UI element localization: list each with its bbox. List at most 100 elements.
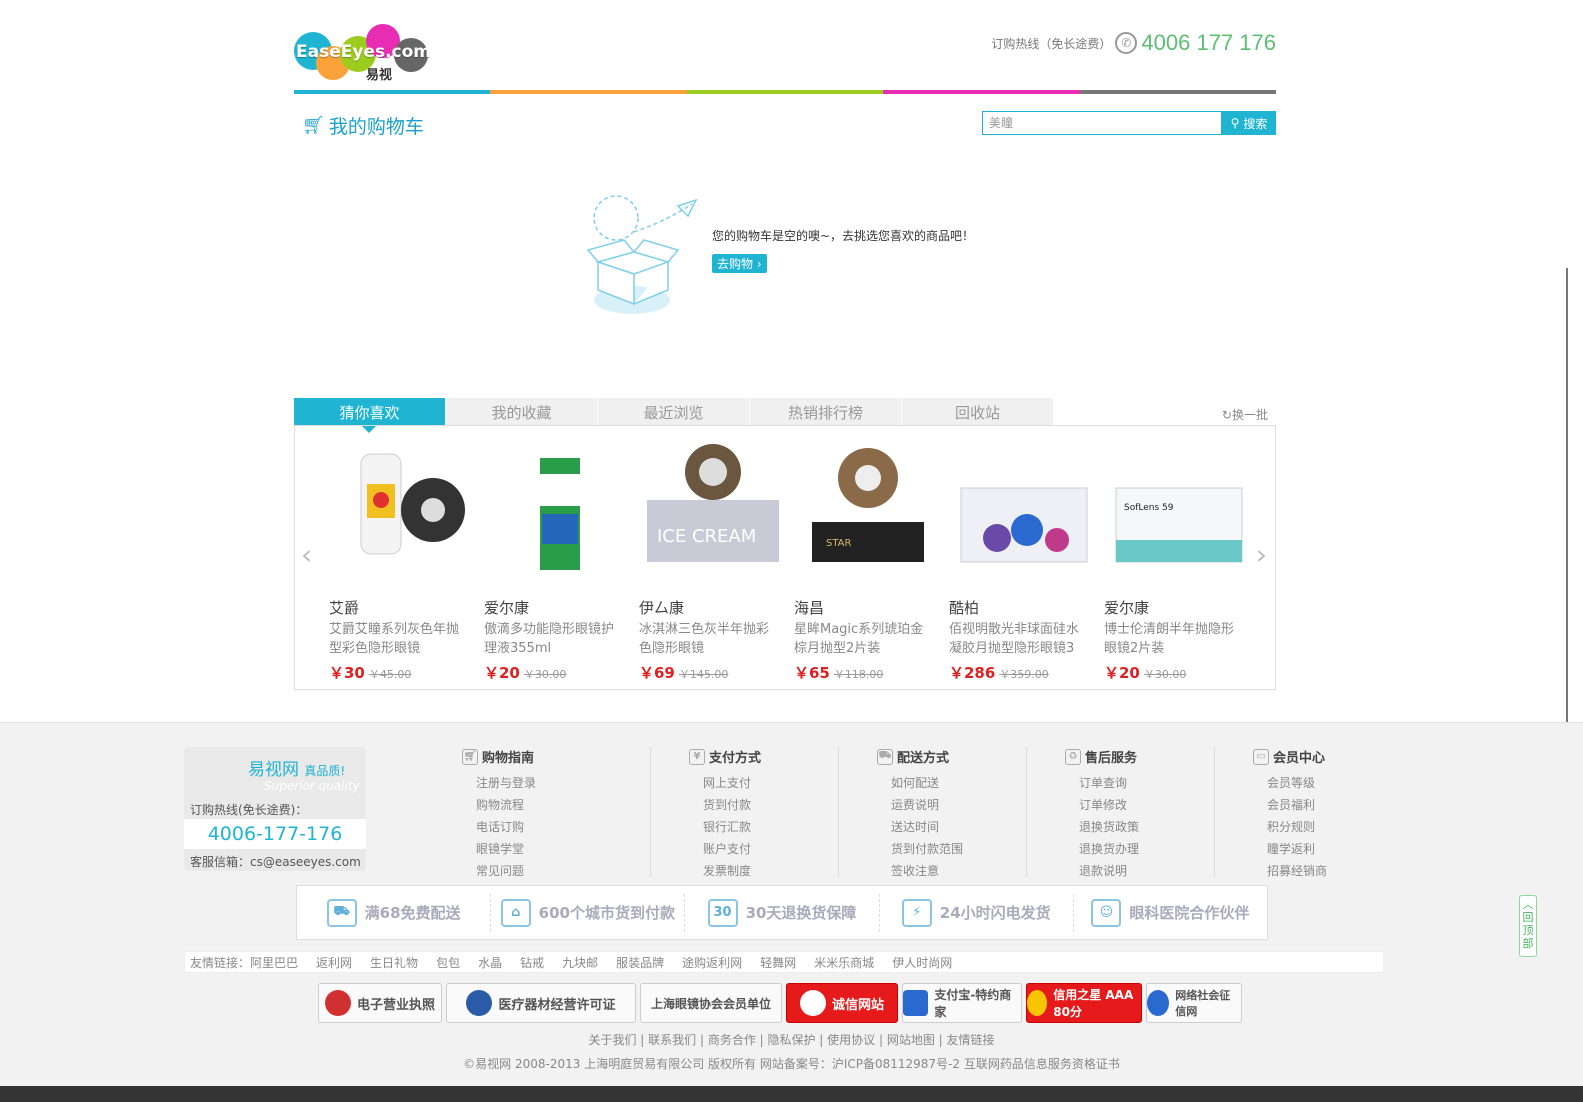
friend-link[interactable]: 伊人时尚网	[892, 954, 952, 971]
shfda-icon	[466, 990, 493, 1016]
badge-social-credit[interactable]: 网络社会征信网	[1146, 983, 1242, 1023]
footer-link[interactable]: 发票制度	[703, 860, 838, 882]
refresh-button[interactable]: ↻换一批	[1222, 406, 1268, 423]
service-label: 30天退换货保障	[745, 904, 857, 922]
friend-link[interactable]: 米米乐商城	[814, 954, 874, 971]
footer-link[interactable]: 订单查询	[1079, 772, 1214, 794]
price-old: ￥118.00	[833, 668, 884, 681]
footer-link[interactable]: 眼镜学堂	[476, 838, 650, 860]
product-card[interactable]: 酷柏 佰视明散光非球面硅水凝胶月抛型隐形眼镜3 ￥286 ￥359.00	[949, 444, 1104, 684]
product-card[interactable]: STAR 海昌 星眸Magic系列琥珀金棕月抛型2片装 ￥65 ￥118.00	[794, 444, 949, 684]
tab-guess[interactable]: 猜你喜欢	[294, 398, 445, 433]
footer-link[interactable]: 会员等级	[1267, 772, 1402, 794]
product-card[interactable]: 艾爵 艾爵艾瞳系列灰色年抛型彩色隐形眼镜 ￥30 ￥45.00	[329, 444, 484, 684]
footer-link[interactable]: 常见问题	[476, 860, 650, 882]
friend-link[interactable]: 友情链接：阿里巴巴	[190, 954, 298, 971]
tab-recent[interactable]: 最近浏览	[598, 398, 749, 426]
product-name[interactable]: 佰视明散光非球面硅水凝胶月抛型隐形眼镜3	[949, 620, 1089, 658]
footer-link[interactable]: 签收注意	[891, 860, 1026, 882]
contact-slogan: 真品质!	[304, 764, 346, 778]
search-input[interactable]: 美瞳	[982, 111, 1222, 135]
logo[interactable]: EaseEyes.com 易视	[294, 24, 434, 83]
footer-link[interactable]: 购物流程	[476, 794, 650, 816]
footer-link[interactable]: 货到付款	[703, 794, 838, 816]
friend-link[interactable]: 包包	[436, 954, 460, 971]
go-shopping-button[interactable]: 去购物 ›	[712, 254, 767, 273]
friend-link[interactable]: 返利网	[316, 954, 352, 971]
badge-alipay[interactable]: 支付宝-特约商家	[902, 983, 1022, 1023]
shield-icon	[1147, 990, 1170, 1016]
prev-arrow-icon[interactable]: ‹	[301, 538, 312, 571]
product-brand: 爱尔康	[1104, 599, 1150, 617]
badge-medical[interactable]: 医疗器材经营许可证	[446, 983, 636, 1023]
empty-box-icon	[586, 195, 698, 314]
friend-link[interactable]: 钻戒	[520, 954, 544, 971]
footer-link[interactable]: 订单修改	[1079, 794, 1214, 816]
product-name[interactable]: 艾爵艾瞳系列灰色年抛型彩色隐形眼镜	[329, 620, 469, 658]
service-return: 30 30天退换货保障	[685, 893, 880, 932]
footer-link[interactable]: 积分规则	[1267, 816, 1402, 838]
footer-link[interactable]: 网上支付	[703, 772, 838, 794]
product-name[interactable]: 星眸Magic系列琥珀金棕月抛型2片装	[794, 620, 934, 658]
tab-favorites[interactable]: 我的收藏	[446, 398, 597, 426]
footer-links[interactable]: 关于我们 | 联系我们 | 商务合作 | 隐私保护 | 使用协议 | 网站地图 …	[0, 1031, 1583, 1048]
col-title: 售后服务	[1085, 751, 1138, 766]
footer-link[interactable]: 如何配送	[891, 772, 1026, 794]
back-to-top-button[interactable]: ︿ 回顶部	[1519, 895, 1537, 957]
contact-email: 客服信箱：cs@easeeyes.com	[190, 855, 361, 869]
friend-link[interactable]: 生日礼物	[370, 954, 418, 971]
price-old: ￥359.00	[999, 668, 1049, 681]
footer-link[interactable]: 运费说明	[891, 794, 1026, 816]
service-hospital: ☺ 眼科医院合作伙伴	[1074, 894, 1267, 932]
tab-bestsellers[interactable]: 热销排行榜	[750, 398, 901, 426]
col-title: 配送方式	[897, 751, 950, 766]
refresh-label: 换一批	[1231, 408, 1268, 422]
tab-recycle[interactable]: 回收站	[902, 398, 1053, 426]
price-now: ￥65	[794, 664, 830, 682]
col-title: 会员中心	[1273, 751, 1326, 766]
truck-icon: ⛟	[326, 898, 357, 927]
product-name[interactable]: 傲滴多功能隐形眼镜护理液355ml	[484, 620, 624, 658]
badge-sooa[interactable]: 上海眼镜协会会员单位	[640, 983, 782, 1023]
footer-link[interactable]: 退款说明	[1079, 860, 1214, 882]
service-label: 600个城市货到付款	[538, 904, 675, 922]
search-button[interactable]: ⚲ 搜索	[1222, 111, 1276, 135]
friend-link[interactable]: 九块邮	[562, 954, 598, 971]
friend-name: 阿里巴巴	[250, 955, 299, 970]
badge-license[interactable]: 电子营业执照	[318, 983, 442, 1023]
police-icon	[324, 990, 351, 1016]
empty-cart: 您的购物车是空的噢~，去挑选您喜欢的商品吧！ 去购物 ›	[584, 192, 1004, 322]
product-brand: 酷柏	[949, 599, 980, 617]
footer-link[interactable]: 瞳学返利	[1267, 838, 1402, 860]
service-label: 24小时闪电发货	[939, 904, 1051, 922]
footer-link[interactable]: 电话订购	[476, 816, 650, 838]
footer-link[interactable]: 会员福利	[1267, 794, 1402, 816]
friend-link[interactable]: 轻舞网	[760, 954, 796, 971]
footer-link[interactable]: 退换货政策	[1079, 816, 1214, 838]
footer-link[interactable]: 注册与登录	[476, 772, 650, 794]
friend-link[interactable]: 水晶	[478, 954, 502, 971]
badge-credit-star[interactable]: 信用之星 AAA 80分	[1026, 983, 1142, 1023]
product-card[interactable]: ICE CREAM 伊厶康 冰淇淋三色灰半年抛彩色隐形眼镜 ￥69 ￥145.00	[639, 444, 794, 684]
lightning-icon: ⚡	[901, 898, 932, 927]
footer-link[interactable]: 账户支付	[703, 838, 838, 860]
product-panel: ‹ › 艾爵 艾爵艾瞳系列灰色年抛型彩色隐形眼镜 ￥30 ￥45.00 爱尔康 傲…	[294, 425, 1276, 690]
product-name[interactable]: 冰淇淋三色灰半年抛彩色隐形眼镜	[639, 620, 779, 658]
cart-title-text: 我的购物车	[328, 116, 424, 138]
friend-link[interactable]: 服装品牌	[616, 954, 664, 971]
footer-link[interactable]: 送达时间	[891, 816, 1026, 838]
footer-link[interactable]: 货到付款范围	[891, 838, 1026, 860]
search-icon: ⚲	[1230, 116, 1240, 130]
friend-link[interactable]: 途购返利网	[682, 954, 742, 971]
product-card[interactable]: 爱尔康 傲滴多功能隐形眼镜护理液355ml ￥20 ￥30.00	[484, 444, 639, 684]
cart-title: 🛒︎ 我的购物车	[302, 112, 424, 139]
doctor-icon: ☺	[1091, 898, 1122, 927]
product-name[interactable]: 博士伦清朗半年抛隐形眼镜2片装	[1104, 620, 1244, 658]
badge-integrity[interactable]: 诚信网站	[786, 983, 898, 1023]
footer-link[interactable]: 招募经销商	[1267, 860, 1402, 882]
hotline-number: 4006 177 176	[1141, 30, 1276, 55]
footer-link[interactable]: 退换货办理	[1079, 838, 1214, 860]
badge-label: 医疗器材经营许可证	[498, 997, 616, 1013]
footer-link[interactable]: 银行汇款	[703, 816, 838, 838]
product-card[interactable]: SofLens 59 爱尔康 博士伦清朗半年抛隐形眼镜2片装 ￥20 ￥30.00	[1104, 444, 1259, 684]
